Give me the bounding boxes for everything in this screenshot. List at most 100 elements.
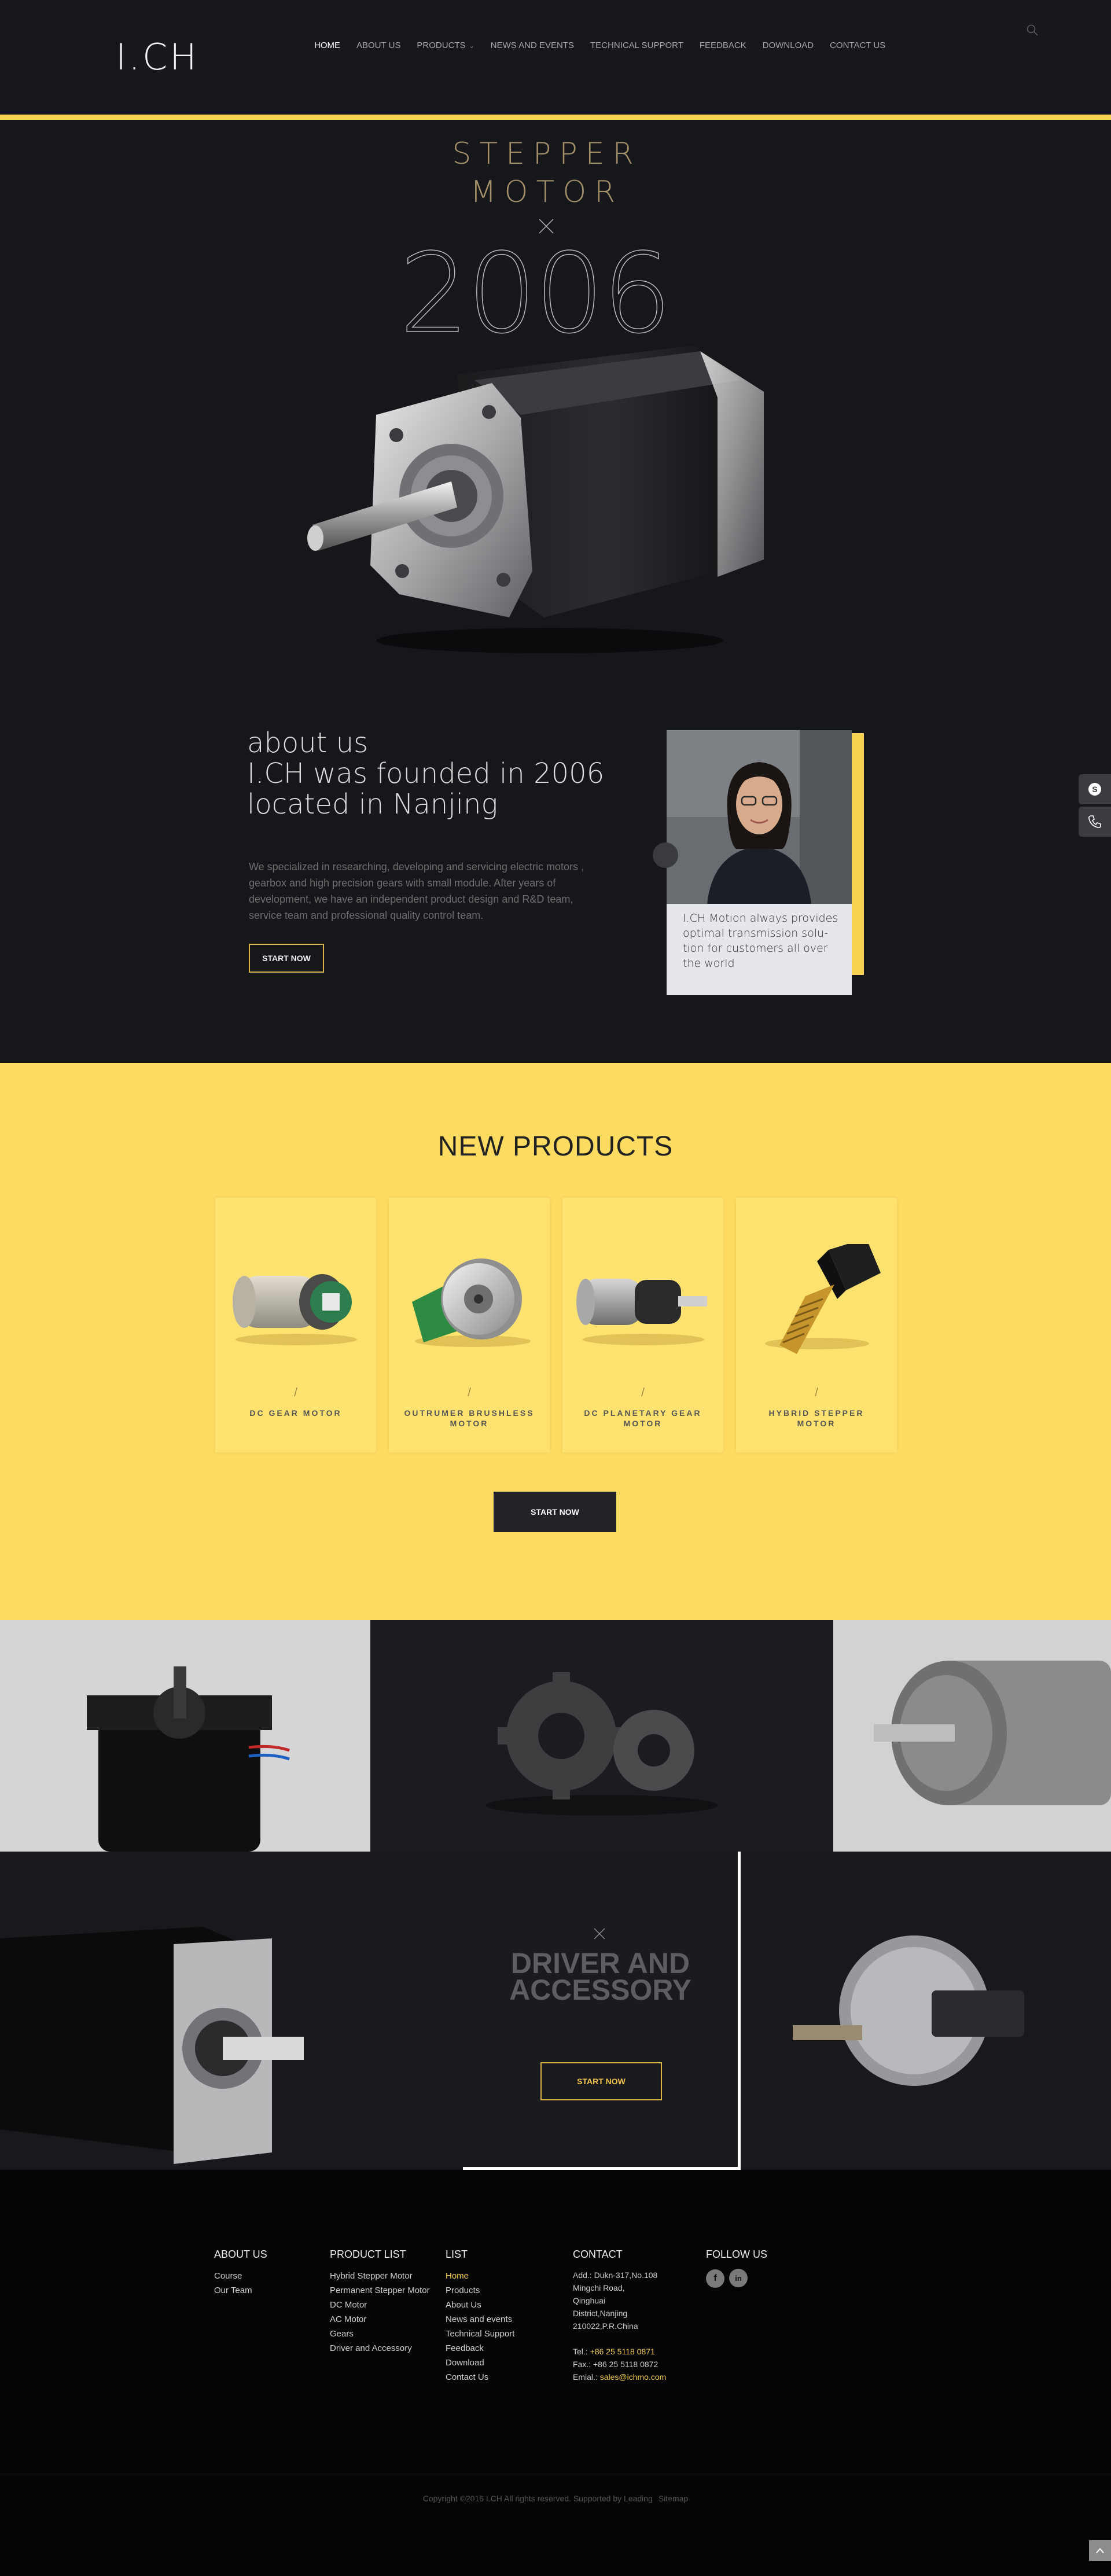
gallery-gear-motor-tile[interactable] xyxy=(833,1620,1111,1852)
hero-section: STEPPER MOTOR 2006 about us I.CH was fou… xyxy=(0,120,1111,1063)
nav-products-label: PRODUCTS xyxy=(417,41,466,50)
products-start-now-button[interactable]: START NOW xyxy=(494,1492,616,1532)
contact-email: Emial.: sales@ichmo.com xyxy=(573,2371,666,2383)
product-card-dc-gear-motor[interactable]: / DC GEAR MOTOR xyxy=(215,1198,376,1452)
logo[interactable]: I.CH xyxy=(116,36,199,78)
planetary-gear-motor-image xyxy=(576,1279,707,1345)
contact-address-line: 210022,P.R.China xyxy=(573,2321,638,2331)
gallery-stepper-motor-tile[interactable] xyxy=(0,1852,463,2170)
footer-link-feedback[interactable]: Feedback xyxy=(446,2341,514,2356)
back-to-top-button[interactable] xyxy=(1089,2540,1111,2561)
new-products-section: NEW PRODUCTS / DC GEAR MOTOR / OUTRUMER … xyxy=(0,1063,1111,1620)
product-slash: / xyxy=(294,1386,297,1399)
footer-link-products[interactable]: Products xyxy=(446,2283,514,2298)
product-card-hybrid-stepper-motor[interactable]: / HYBRID STEPPER MOTOR xyxy=(736,1198,897,1452)
contact-fax: Fax.: +86 25 5118 0872 xyxy=(573,2360,658,2369)
driver-accessory-title: DRIVER AND ACCESSORY xyxy=(509,1947,691,2006)
gallery-round-motor-tile[interactable] xyxy=(741,1852,1111,2170)
site-footer: ABOUT US Course Our Team PRODUCT LIST Hy… xyxy=(0,2170,1111,2576)
product-name: HYBRID STEPPER MOTOR xyxy=(768,1408,864,1428)
footer-follow-column: FOLLOW US f in xyxy=(706,2249,767,2288)
copyright-text: Copyright ©2016 I.CH All rights reserved… xyxy=(422,2494,653,2503)
footer-link-download[interactable]: Download xyxy=(446,2356,514,2370)
footer-product-list-heading: PRODUCT LIST xyxy=(330,2249,406,2260)
new-products-title: NEW PRODUCTS xyxy=(437,1131,674,1162)
footer-link-permanent-stepper-motor[interactable]: Permanent Stepper Motor xyxy=(330,2283,430,2298)
contact-address-line: Qinghuai xyxy=(573,2296,606,2305)
footer-link-driver-and-accessory[interactable]: Driver and Accessory xyxy=(330,2341,430,2356)
sitemap-link[interactable]: Sitemap xyxy=(658,2494,688,2503)
footer-about-heading: ABOUT US xyxy=(214,2249,267,2260)
main-nav: HOME ABOUT US PRODUCTS ⌄ NEWS AND EVENTS … xyxy=(314,41,885,50)
nav-technical-support[interactable]: TECHNICAL SUPPORT xyxy=(590,41,683,50)
site-header: I.CH HOME ABOUT US PRODUCTS ⌄ NEWS AND EV… xyxy=(0,0,1111,120)
footer-link-technical-support[interactable]: Technical Support xyxy=(446,2327,514,2341)
footer-link-dc-motor[interactable]: DC Motor xyxy=(330,2298,430,2312)
hero-title-line2: MOTOR xyxy=(470,175,624,209)
footer-list-column: LIST Home Products About Us News and eve… xyxy=(446,2249,514,2384)
product-name: DC GEAR MOTOR xyxy=(249,1408,342,1418)
skype-icon: S xyxy=(1088,783,1101,796)
nav-about-us[interactable]: ABOUT US xyxy=(356,41,400,50)
nav-download[interactable]: DOWNLOAD xyxy=(763,41,814,50)
footer-link-about-us[interactable]: About Us xyxy=(446,2298,514,2312)
product-gallery: DRIVER AND ACCESSORY START NOW xyxy=(0,1620,1111,2170)
gallery-gears-tile[interactable] xyxy=(370,1620,833,1852)
footer-contact-heading: CONTACT xyxy=(573,2249,623,2260)
about-card: I.CH Motion always provides optimal tran… xyxy=(667,730,852,995)
svg-text:S: S xyxy=(1092,785,1097,794)
contact-address-line: Add.: Dukn-317,No.108 xyxy=(573,2270,658,2280)
product-card-outrunner-brushless-motor[interactable]: / OUTRUMER BRUSHLESS MOTOR xyxy=(389,1198,550,1452)
driver-start-now-button[interactable]: START NOW xyxy=(540,2062,662,2100)
about-start-now-button[interactable]: START NOW xyxy=(249,944,324,973)
about-description: We specialized in researching, developin… xyxy=(249,861,584,921)
footer-product-list-column: PRODUCT LIST Hybrid Stepper Motor Perman… xyxy=(330,2249,430,2356)
brushless-motor-image xyxy=(412,1258,531,1347)
stepper-motor-image xyxy=(307,345,764,653)
nav-home[interactable]: HOME xyxy=(314,41,340,50)
about-heading-line3: located in Nanjing xyxy=(247,788,498,820)
nav-news-and-events[interactable]: NEWS AND EVENTS xyxy=(491,41,574,50)
close-cross-icon xyxy=(594,1928,605,1940)
linkedin-icon[interactable]: in xyxy=(729,2269,748,2287)
contact-address-line: District,Nanjing xyxy=(573,2309,628,2318)
footer-link-ac-motor[interactable]: AC Motor xyxy=(330,2312,430,2327)
product-slash: / xyxy=(641,1386,645,1399)
product-slash: / xyxy=(468,1386,471,1399)
footer-list-heading: LIST xyxy=(446,2249,468,2260)
copyright: Copyright ©2016 I.CH All rights reserved… xyxy=(0,2494,1111,2503)
facebook-icon[interactable]: f xyxy=(706,2269,724,2288)
footer-link-home[interactable]: Home xyxy=(446,2269,514,2283)
contact-email-link[interactable]: sales@ichmo.com xyxy=(600,2372,667,2382)
about-heading-line2: I.CH was founded in 2006 xyxy=(247,757,605,790)
footer-link-contact-us[interactable]: Contact Us xyxy=(446,2370,514,2384)
product-slash: / xyxy=(815,1386,818,1399)
driver-accessory-tile: DRIVER AND ACCESSORY START NOW xyxy=(463,1852,741,2170)
nav-contact-us[interactable]: CONTACT US xyxy=(830,41,885,50)
gallery-ac-motor-tile[interactable] xyxy=(0,1620,370,1852)
hybrid-stepper-motor-image xyxy=(765,1244,881,1354)
footer-follow-heading: FOLLOW US xyxy=(706,2249,768,2260)
footer-link-our-team[interactable]: Our Team xyxy=(214,2283,267,2298)
footer-link-gears[interactable]: Gears xyxy=(330,2327,430,2341)
product-name: OUTRUMER BRUSHLESS MOTOR xyxy=(404,1408,535,1428)
about-card-caption: I.CH Motion always provides optimal tran… xyxy=(683,912,838,970)
phone-button[interactable] xyxy=(1079,807,1111,837)
contact-tel-value[interactable]: +86 25 5118 0871 xyxy=(590,2347,655,2356)
footer-about-column: ABOUT US Course Our Team xyxy=(214,2249,267,2298)
chevron-up-icon xyxy=(1096,2548,1104,2553)
footer-link-hybrid-stepper-motor[interactable]: Hybrid Stepper Motor xyxy=(330,2269,430,2283)
header-accent-stripe xyxy=(0,115,1111,120)
nav-products[interactable]: PRODUCTS ⌄ xyxy=(417,41,474,50)
skype-button[interactable]: S xyxy=(1079,774,1111,804)
contact-tel-label: Tel.: xyxy=(573,2347,590,2356)
footer-contact-column: CONTACT Add.: Dukn-317,No.108 Mingchi Ro… xyxy=(573,2249,666,2383)
nav-feedback[interactable]: FEEDBACK xyxy=(700,41,746,50)
search-icon[interactable] xyxy=(1025,23,1039,37)
portrait-photo xyxy=(667,730,852,904)
product-card-dc-planetary-gear-motor[interactable]: / DC PLANETARY GEAR MOTOR xyxy=(562,1198,723,1452)
footer-link-course[interactable]: Course xyxy=(214,2269,267,2283)
contact-address-line: Mingchi Road, xyxy=(573,2283,625,2292)
carousel-dot[interactable] xyxy=(653,842,678,868)
footer-link-news-and-events[interactable]: News and events xyxy=(446,2312,514,2327)
